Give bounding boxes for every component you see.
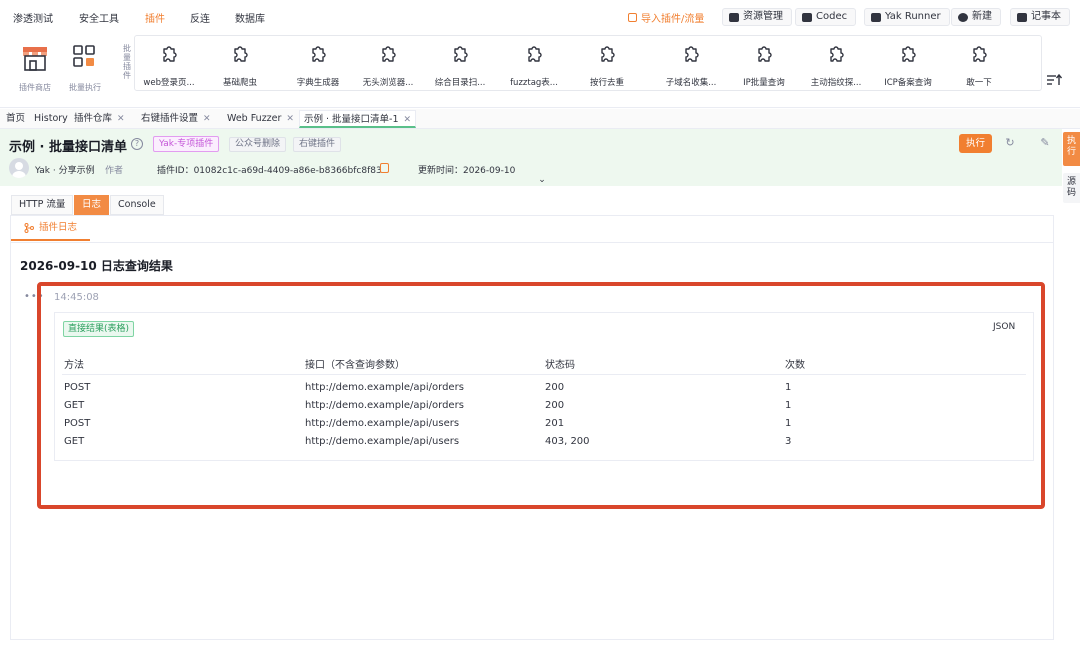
plugin-store-tool[interactable]: 插件商店 [13,44,57,93]
chevron-down-icon[interactable]: ⌄ [536,175,548,185]
puzzle-icon [973,46,987,62]
tab-web-fuzzer[interactable]: Web Fuzzer ✕ [223,110,298,128]
quick-plugin-item[interactable]: 主动指纹探... [801,45,871,88]
subtab-console[interactable]: Console [110,195,164,215]
sort-icon[interactable] [1046,73,1062,87]
puzzle-icon [454,46,468,62]
run-button[interactable]: 执行 [959,134,992,153]
quick-plugin-item[interactable]: 按行去重 [572,45,642,88]
close-icon[interactable]: ✕ [203,114,211,124]
refresh-icon[interactable]: ↻ [1004,137,1016,149]
close-icon[interactable]: ✕ [404,115,412,125]
import-icon [628,13,637,22]
quick-plugin-item[interactable]: web登录页... [134,45,204,88]
codec-button[interactable]: Codec [795,8,857,26]
resource-manage-button[interactable]: 资源管理 [722,8,792,26]
quick-plugin-item[interactable]: 无头浏览器... [353,45,423,88]
tab-plugin-repo[interactable]: 插件仓库 ✕ [70,110,129,128]
side-tab-source[interactable]: 源码 [1063,173,1080,203]
update-time: 更新时间：2026-09-10 [418,166,516,176]
copy-icon[interactable] [380,163,389,173]
plugin-type-badge: Yak-专项插件 [153,136,220,152]
subtab-http-traffic[interactable]: HTTP 流量 [11,195,74,215]
highlight-box [37,282,1045,509]
puzzle-icon [601,46,615,62]
tab-right-click-settings[interactable]: 右键插件设置 ✕ [137,110,215,128]
batch-execute-tool[interactable]: 批量执行 [63,44,107,93]
right-click-badge: 右键插件 [293,137,342,152]
yak-runner-button[interactable]: Yak Runner [864,8,950,26]
terminal-icon [871,12,881,22]
quick-plugin-item[interactable]: ICP备案查询 [873,45,943,88]
plus-circle-icon [958,12,968,22]
codec-icon [802,12,812,22]
import-plugin-link[interactable]: 导入插件/流量 [628,10,704,25]
branch-icon [24,223,34,233]
puzzle-icon [528,46,542,62]
quick-plugin-item[interactable]: IP批量查询 [729,45,799,88]
subtab-log[interactable]: 日志 [74,195,110,215]
plugin-id: 插件ID：01082c1c-a69d-4409-a86e-b8366bfc8f8… [157,166,382,176]
public-badge: 公众号删除 [229,137,287,152]
menu-plugins[interactable]: 插件 [145,10,165,25]
page-title: 示例 · 批量接口清单 [9,140,127,155]
puzzle-icon [382,46,396,62]
quick-plugin-item[interactable]: 基础爬虫 [205,45,275,88]
menu-database[interactable]: 数据库 [235,10,265,25]
tab-history[interactable]: History [30,110,72,128]
quick-plugin-item[interactable]: 字典生成器 [283,45,353,88]
tab-plugin-log[interactable]: 插件日志 [11,217,91,241]
folder-icon [729,12,739,22]
side-tab-execute[interactable]: 执行 [1063,132,1080,166]
quick-plugin-item[interactable]: fuzztag表... [499,45,569,88]
help-icon[interactable]: ? [131,138,143,150]
quick-plugin-item[interactable]: 敢一下 [944,45,1014,88]
batch-plugins-label: 批量插件 [123,44,131,80]
puzzle-icon [163,46,177,62]
close-icon[interactable]: ✕ [117,114,125,124]
edit-icon[interactable]: ✎ [1039,137,1051,149]
menu-security-tools[interactable]: 安全工具 [79,10,119,25]
avatar [9,158,29,178]
puzzle-icon [685,46,699,62]
notepad-button[interactable]: 记事本 [1010,8,1070,26]
new-button[interactable]: 新建 [951,8,1001,26]
menu-pentest[interactable]: 渗透测试 [13,10,53,25]
author-name: Yak · 分享示例 [35,166,95,176]
menu-reverse[interactable]: 反连 [190,10,210,25]
puzzle-icon [830,46,844,62]
log-heading: 2026-09-10 日志查询结果 [20,259,173,273]
quick-plugin-item[interactable]: 综合目录扫... [425,45,495,88]
puzzle-icon [234,46,248,62]
store-icon [23,47,47,71]
quick-plugin-item[interactable]: 子域名收集... [656,45,726,88]
author-role: 作者 [105,166,124,176]
grid-apps-icon [73,45,95,67]
close-icon[interactable]: ✕ [286,114,294,124]
puzzle-icon [758,46,772,62]
divider [11,242,1053,243]
notepad-icon [1017,12,1027,22]
puzzle-icon [902,46,916,62]
tab-example-api-list[interactable]: 示例 · 批量接口清单-1 ✕ [299,110,417,128]
puzzle-icon [312,46,326,62]
tab-home[interactable]: 首页 [2,110,29,128]
